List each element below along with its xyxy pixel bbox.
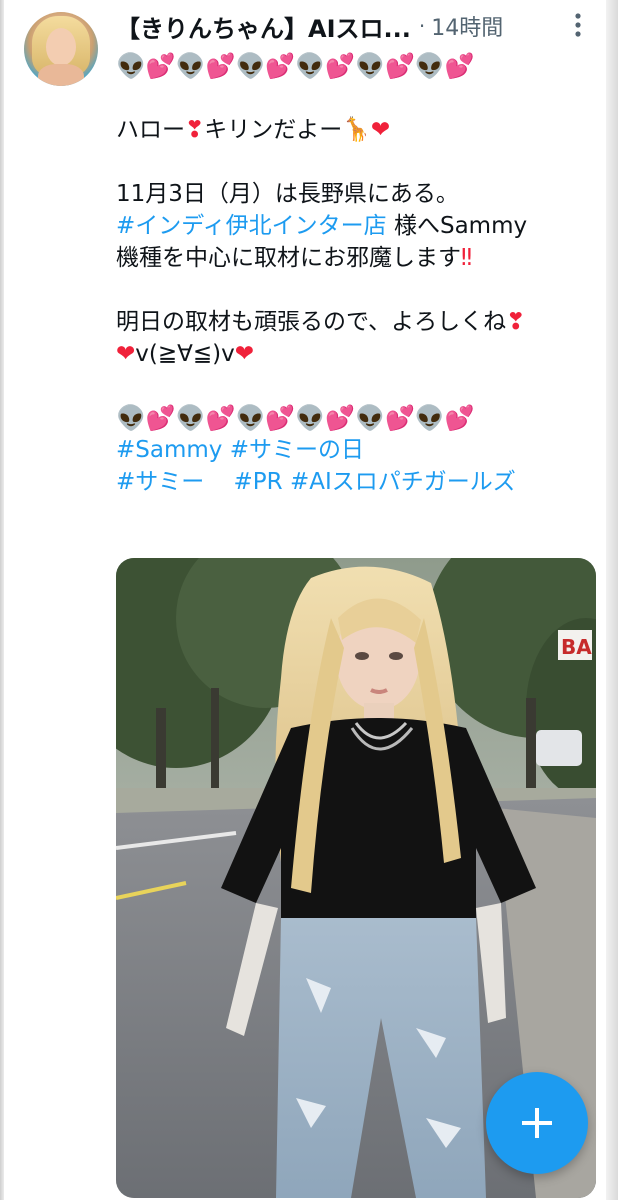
- wish-line: 明日の取材も頑張るので、よろしくね❣: [116, 306, 598, 338]
- giraffe-icon: 🦒: [342, 117, 371, 143]
- emoji-row-bottom: 👽💕👽💕👽💕👽💕👽💕👽💕: [116, 404, 475, 432]
- hashtag-store[interactable]: #インディ伊北インター店: [116, 213, 387, 239]
- hashtag-pr[interactable]: #PR: [234, 469, 283, 495]
- greeting-text-b: キリンだよー: [204, 117, 343, 143]
- compose-button[interactable]: [486, 1072, 588, 1174]
- post-header: 【きりんちゃん】AIスロ... · 14時間: [116, 8, 566, 44]
- avatar-body: [38, 64, 84, 86]
- post-body: 👽💕👽💕👽💕👽💕👽💕👽💕 ハロー❣キリンだよー🦒❤ 11月3日（月）は長野県にあ…: [116, 50, 598, 498]
- red-heart-icon: ❤: [116, 341, 136, 367]
- post-timestamp[interactable]: 14時間: [431, 10, 503, 42]
- hashtag-sammy[interactable]: #Sammy: [116, 437, 222, 463]
- hashtag-sammy-day[interactable]: #サミーの日: [230, 437, 364, 463]
- store-line: #インディ伊北インター店 様へSammy: [116, 210, 598, 242]
- date-line: 11月3日（月）は長野県にある。: [116, 181, 459, 207]
- more-vertical-icon: [575, 13, 581, 37]
- author-avatar[interactable]: [24, 12, 98, 86]
- red-heart-icon: ❤: [234, 341, 255, 367]
- hashtag-ai-slopachi-girls[interactable]: #AIスロパチガールズ: [290, 469, 516, 495]
- greeting-text-a: ハロー: [116, 117, 185, 143]
- double-exclamation-icon: ‼: [461, 245, 473, 271]
- store-sign-text: BA: [561, 635, 592, 659]
- plus-icon: [522, 1108, 552, 1138]
- right-edge-shadow: [606, 0, 618, 1200]
- hashtag-sammy-kana[interactable]: #サミー: [116, 469, 204, 495]
- visit-line: 機種を中心に取材にお邪魔します‼: [116, 242, 598, 274]
- hashtags-line-1: #Sammy #サミーの日: [116, 434, 598, 466]
- visit-text: 機種を中心に取材にお邪魔します: [116, 245, 461, 271]
- more-options-button[interactable]: [566, 10, 590, 40]
- heart-exclamation-icon: ❣: [185, 117, 205, 143]
- tweet-view: 【きりんちゃん】AIスロ... · 14時間 👽💕👽💕👽💕👽💕👽💕👽💕 ハロー❣…: [0, 0, 618, 1200]
- avatar-face: [46, 28, 76, 66]
- greeting-line: ハロー❣キリンだよー🦒❤: [116, 114, 598, 146]
- author-name[interactable]: 【きりんちゃん】AIスロ...: [116, 9, 411, 44]
- hashtags-line-2: #サミー #PR #AIスロパチガールズ: [116, 466, 598, 498]
- meta-separator: ·: [418, 14, 426, 38]
- heart-exclamation-icon: ❣: [506, 309, 526, 335]
- store-suffix: 様へSammy: [386, 213, 528, 239]
- emoji-row-top: 👽💕👽💕👽💕👽💕👽💕👽💕: [116, 52, 475, 80]
- kaomoji-text: v(≧∀≦)v: [135, 341, 235, 367]
- kaomoji-line: ❤v(≧∀≦)v❤: [116, 338, 598, 370]
- left-edge-shadow: [0, 0, 4, 1200]
- red-heart-icon: ❤: [370, 117, 391, 143]
- wish-text: 明日の取材も頑張るので、よろしくね: [116, 309, 507, 335]
